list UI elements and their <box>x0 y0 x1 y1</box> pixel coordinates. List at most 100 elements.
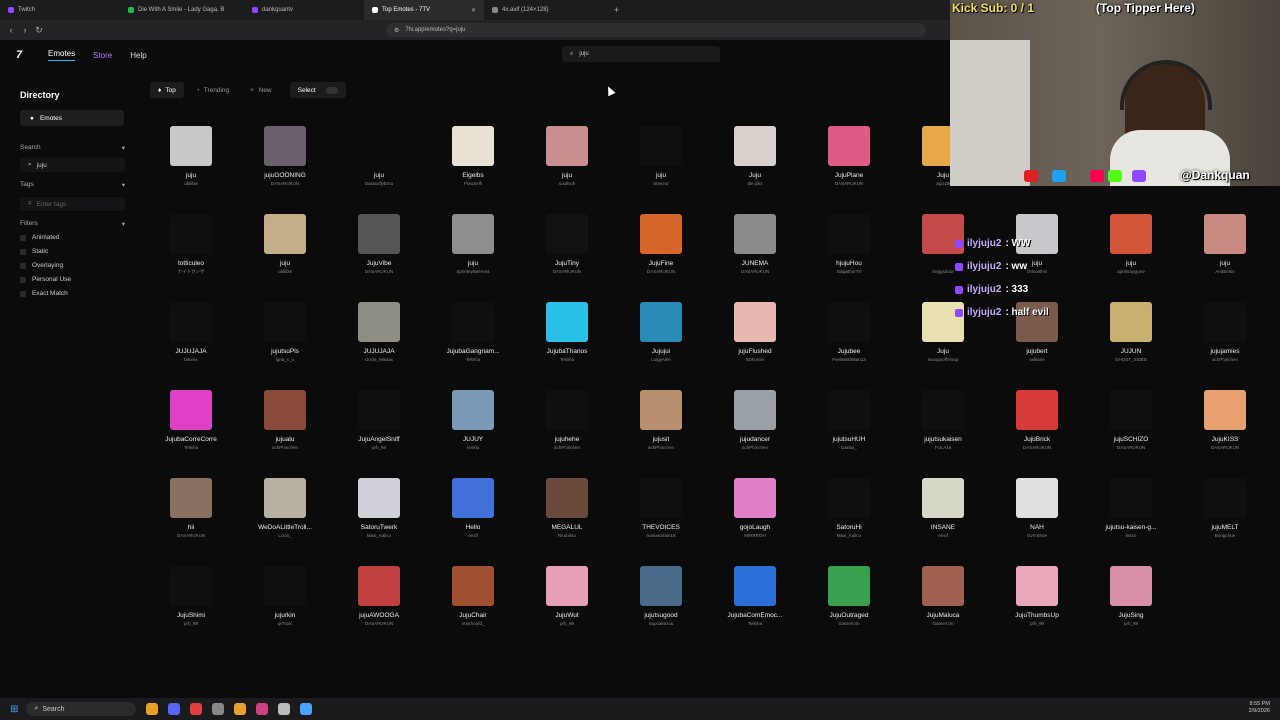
checkbox[interactable] <box>20 248 26 255</box>
emote-card[interactable]: JujuVibe DASARUKUN <box>338 206 420 286</box>
emote-card[interactable]: juju SprinteyBeers44 <box>432 206 514 286</box>
emote-card[interactable]: JujuShimi prh_99 <box>150 558 232 638</box>
checkbox[interactable] <box>20 276 26 283</box>
emote-card[interactable]: totticuleo ナイトカンサ <box>150 206 232 286</box>
filter-overlaying[interactable]: Overlaying <box>20 262 63 269</box>
emote-card[interactable]: JujuFine DASARUKUN <box>620 206 702 286</box>
emote-card[interactable]: jujutsuPls igna_c_o <box>244 294 326 374</box>
settings-icon[interactable] <box>212 703 225 715</box>
emote-card[interactable]: Jujubee FeelsMattMan13 <box>808 294 890 374</box>
emote-card[interactable]: gojoLaugh MIRRROH <box>714 470 796 550</box>
emote-card[interactable]: juju DastardlyEmu <box>338 118 420 198</box>
sort-top-button[interactable]: ♦ Top <box>150 82 184 98</box>
emote-card[interactable]: jujuGOONING DASARUKUN <box>244 118 326 198</box>
emote-card[interactable]: MEGALUL Rirubinto <box>526 470 608 550</box>
sort-trending-button[interactable]: ◔ Trending <box>188 82 237 98</box>
emote-card[interactable]: JUJUJAJA bitorex <box>150 294 232 374</box>
filters-section-header[interactable]: Filters ▾ <box>20 220 125 228</box>
7tv-logo[interactable]: 7 <box>16 49 30 61</box>
emote-card[interactable]: jujutsugood Supcakezou <box>620 558 702 638</box>
nav-help[interactable]: Help <box>130 51 146 60</box>
emote-card[interactable]: JujuKISS DASARUKUN <box>1184 382 1260 462</box>
windows-start-icon[interactable]: ⊞ <box>10 704 18 715</box>
taskbar-search[interactable]: ⌕ Search <box>26 702 137 716</box>
filter-exact-match[interactable]: Exact Match <box>20 290 68 297</box>
emote-card[interactable]: jujutsuHUH Darlax_ <box>808 382 890 462</box>
emote-card[interactable]: Hello Aezif <box>432 470 514 550</box>
emote-card[interactable]: NAH GvmShoe <box>996 470 1078 550</box>
emote-card[interactable]: SatoruTwerk Maxi_Kalico <box>338 470 420 550</box>
tab-twitch[interactable]: Twitch <box>0 0 120 20</box>
emote-card[interactable]: JujuThumbsUp prh_99 <box>996 558 1078 638</box>
emote-card[interactable]: juju aprilmayyjune <box>1090 206 1172 286</box>
emote-card[interactable]: jujuSCHIZO DASARUKUN <box>1090 382 1172 462</box>
emote-card[interactable]: JujuWut prh_99 <box>526 558 608 638</box>
emote-card[interactable]: Juju die.jolis <box>714 118 796 198</box>
emote-card[interactable]: JUJUY renklu <box>432 382 514 462</box>
emote-card[interactable]: juju obliibw <box>244 206 326 286</box>
checkbox[interactable] <box>20 234 26 241</box>
emote-card[interactable]: JujuBrick DASARUKUN <box>996 382 1078 462</box>
emote-card[interactable]: JujubaCorreCorre Telinha <box>150 382 232 462</box>
emote-card[interactable]: JujuAngelSniff prh_99 <box>338 382 420 462</box>
sidebar-item-emotes[interactable]: ● Emotes <box>20 110 124 126</box>
discord-icon[interactable] <box>168 703 181 715</box>
app-icon[interactable] <box>256 703 269 715</box>
tab-avif[interactable]: 4x.avif (124×128) <box>484 0 604 20</box>
emote-card[interactable]: JujuTiny DASARUKUN <box>526 206 608 286</box>
browser-icon[interactable] <box>190 703 203 715</box>
emote-card[interactable]: juju soullsok <box>526 118 608 198</box>
emote-card[interactable]: juju obliibw <box>150 118 232 198</box>
nav-store[interactable]: Store <box>93 51 112 60</box>
filter-static[interactable]: Static <box>20 248 48 255</box>
emote-card[interactable]: JujubaComEmoc... Telinha <box>714 558 796 638</box>
emote-card[interactable]: INSANE Aezif <box>902 470 984 550</box>
emote-card[interactable]: SatoruHi Maxi_Kalico <box>808 470 890 550</box>
select-toggle[interactable]: Select <box>289 82 346 98</box>
emote-card[interactable]: JujuChair Voorhoofd_ <box>432 558 514 638</box>
emote-card[interactable]: juju Steezur <box>620 118 702 198</box>
emote-card[interactable]: JujuOutraged Gamerrzin <box>808 558 890 638</box>
emote-card[interactable]: JUJUJAJA Uncle_Missax <box>338 294 420 374</box>
close-icon[interactable]: ✕ <box>471 7 476 14</box>
emote-card[interactable]: jujuAWOOGA DASARUKUN <box>338 558 420 638</box>
app-icon[interactable] <box>300 703 313 715</box>
emote-card[interactable]: jujualu achPhinchen <box>244 382 326 462</box>
nav-emotes[interactable]: Emotes <box>48 49 76 61</box>
site-info-icon[interactable]: ⚙ <box>394 27 399 34</box>
emote-card[interactable]: jujuFlushed 6Dhomie <box>714 294 796 374</box>
emote-card[interactable]: THEVOICES marianaram18 <box>620 470 702 550</box>
url-field[interactable]: ⚙ 7tv.app/emotes?q=juju <box>386 23 926 37</box>
emote-card[interactable]: jujutsu-kaisen-g... l04zo <box>1090 470 1172 550</box>
checkbox[interactable] <box>20 262 26 269</box>
emote-card[interactable]: hii DASARUKUN <box>150 470 232 550</box>
emote-card[interactable]: JujubaGangnam... Telinha <box>432 294 514 374</box>
checkbox[interactable] <box>20 290 26 297</box>
system-clock[interactable]: 8:55 PM 2/9/2026 <box>1249 701 1270 715</box>
emote-card[interactable]: JujuMaluca Gamerrzin <box>902 558 984 638</box>
emote-card[interactable]: jujutsukaisen FULA16 <box>902 382 984 462</box>
emote-card[interactable]: jujuMELT Bongchue <box>1184 470 1260 550</box>
emote-card[interactable]: jujuhehe achPhinchen <box>526 382 608 462</box>
emote-card[interactable]: jujujamies achPhinchen <box>1184 294 1260 374</box>
emote-card[interactable]: jujusit achPhinchen <box>620 382 702 462</box>
download-icon[interactable] <box>278 703 291 715</box>
sort-new-button[interactable]: ✧ New <box>241 82 279 98</box>
filter-animated[interactable]: Animated <box>20 234 59 241</box>
emote-card[interactable]: JujubaThanos Telinha <box>526 294 608 374</box>
tab-7tv[interactable]: Top Emotes - 7TV ✕ <box>364 0 484 20</box>
tags-section-header[interactable]: Tags ▾ <box>20 181 125 189</box>
emote-card[interactable]: WeDoALittleTroll... Lizon_ <box>244 470 326 550</box>
tab-music[interactable]: Die With A Smile - Lady Gaga, B <box>120 0 244 20</box>
toggle-switch[interactable] <box>325 86 338 94</box>
search-section-header[interactable]: Search ▾ <box>20 144 125 152</box>
search-input[interactable]: ⌕ juju <box>562 46 720 62</box>
folder-icon[interactable] <box>234 703 247 715</box>
emote-card[interactable]: hjujuHou SlagathorTV <box>808 206 890 286</box>
emote-card[interactable]: jujudancer achPhinchen <box>714 382 796 462</box>
emote-card[interactable]: JujuPlane DASARUKUN <box>808 118 890 198</box>
emote-card[interactable]: JUNEMA DASARUKUN <box>714 206 796 286</box>
tab-dankquantv[interactable]: dankquantv <box>244 0 364 20</box>
widget-icon[interactable] <box>146 703 159 715</box>
emote-card[interactable]: Jujujui LuigyAlen <box>620 294 702 374</box>
